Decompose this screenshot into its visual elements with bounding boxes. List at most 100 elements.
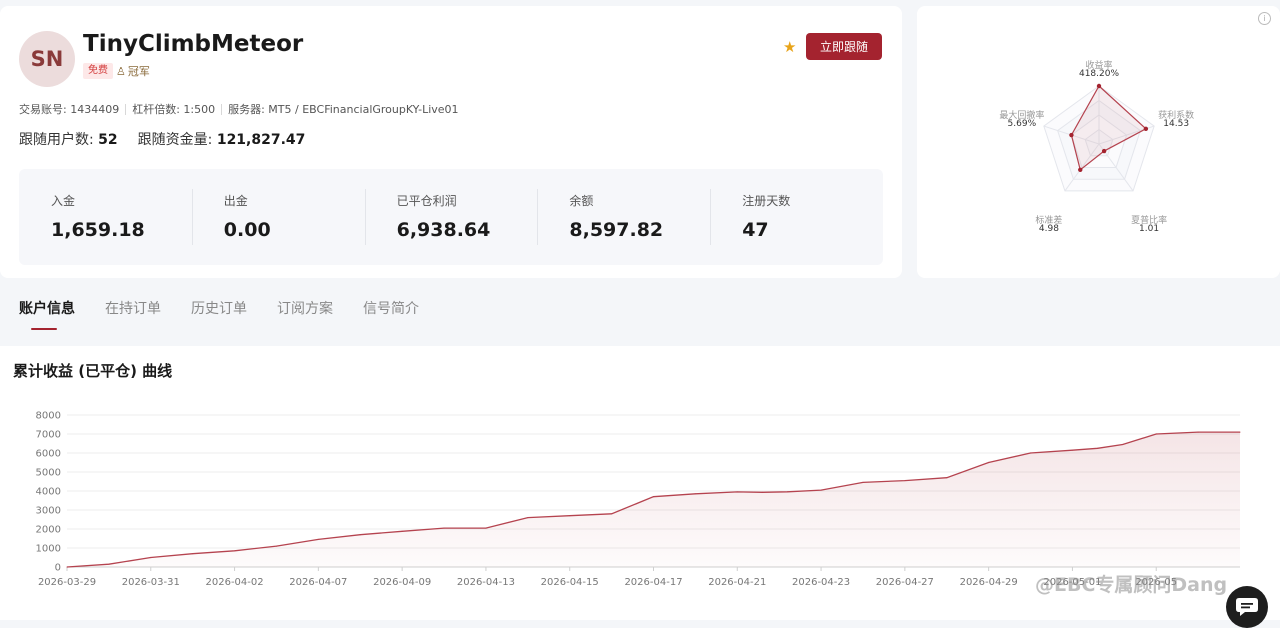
data-point bbox=[862, 481, 864, 484]
data-point bbox=[1122, 443, 1124, 446]
radar-data-point bbox=[1101, 148, 1107, 154]
data-point bbox=[401, 530, 403, 532]
tab-subscription-plans[interactable]: 订阅方案 bbox=[277, 298, 333, 330]
rank-label: 冠军 bbox=[127, 65, 150, 78]
stat-value: 1,659.18 bbox=[51, 219, 145, 241]
stat-value: 47 bbox=[742, 219, 769, 241]
avatar: SN bbox=[19, 31, 75, 87]
data-point bbox=[736, 491, 738, 493]
watermark: @EBC专属顾问Dang bbox=[1035, 574, 1228, 596]
stat-closed-profit: 已平仓利润 6,938.64 bbox=[364, 169, 538, 265]
y-tick-label: 4000 bbox=[36, 487, 61, 498]
data-point bbox=[1197, 431, 1199, 433]
data-point bbox=[1029, 452, 1032, 454]
y-tick-label: 6000 bbox=[36, 449, 61, 460]
data-point bbox=[652, 496, 655, 498]
stat-label: 出金 bbox=[223, 194, 248, 208]
tab-open-orders[interactable]: 在持订单 bbox=[105, 298, 161, 330]
x-tick-label: 2026-04-09 bbox=[373, 577, 431, 588]
radar-axis-value: 4.98 bbox=[1038, 223, 1059, 234]
y-tick-label: 7000 bbox=[36, 430, 61, 441]
data-point bbox=[904, 479, 906, 482]
data-point bbox=[569, 515, 571, 517]
x-tick-label: 2026-03-29 bbox=[38, 577, 96, 588]
stat-balance: 余额 8,597.82 bbox=[537, 169, 710, 265]
trader-name: TinyClimbMeteor bbox=[83, 31, 304, 57]
data-point bbox=[611, 513, 613, 515]
divider bbox=[221, 103, 223, 115]
x-tick-label: 2026-03-31 bbox=[122, 577, 180, 588]
data-point bbox=[1096, 447, 1099, 449]
x-tick-label: 2026-04-17 bbox=[624, 577, 682, 588]
data-point bbox=[1071, 449, 1074, 451]
y-tick-label: 5000 bbox=[36, 468, 61, 479]
tab-account-info[interactable]: 账户信息 bbox=[19, 298, 75, 330]
stat-value: 6,938.64 bbox=[396, 219, 491, 241]
y-tick-label: 2000 bbox=[36, 525, 61, 536]
x-tick-label: 2026-04-07 bbox=[289, 577, 347, 588]
chat-icon bbox=[1236, 598, 1258, 616]
stat-label: 余额 bbox=[569, 194, 594, 208]
tab-signal-intro[interactable]: 信号简介 bbox=[363, 298, 419, 330]
data-point bbox=[233, 550, 236, 552]
data-point bbox=[946, 477, 948, 479]
data-point bbox=[1155, 433, 1157, 435]
followers-label: 跟随用户数: bbox=[19, 132, 94, 148]
account-meta: 交易账号: 1434409 杠杆倍数: 1:500 服务器: MT5 / EBC… bbox=[19, 101, 459, 117]
y-tick-label: 1000 bbox=[36, 544, 61, 555]
free-badge: 免费 bbox=[83, 63, 113, 79]
data-point bbox=[1239, 431, 1241, 433]
data-point bbox=[192, 553, 194, 555]
data-point bbox=[108, 563, 110, 565]
series-area bbox=[67, 432, 1240, 567]
data-point bbox=[66, 566, 68, 568]
rank-badge: ♙ 冠军 bbox=[116, 63, 150, 79]
x-tick-label: 2026-04-15 bbox=[541, 577, 599, 588]
profile-card: SN TinyClimbMeteor 免费 ♙ 冠军 ★ 立即跟随 交易账号: … bbox=[0, 6, 902, 278]
stat-label: 入金 bbox=[51, 194, 76, 208]
radar-axis-value: 1.01 bbox=[1139, 223, 1160, 234]
follow-button[interactable]: 立即跟随 bbox=[806, 33, 882, 60]
follow-stats: 跟随用户数: 52 跟随资金量: 121,827.47 bbox=[19, 129, 305, 149]
divider bbox=[125, 103, 127, 115]
data-point bbox=[820, 489, 822, 491]
data-point bbox=[275, 545, 278, 547]
radar-data-point bbox=[1096, 83, 1102, 89]
star-icon[interactable]: ★ bbox=[783, 38, 796, 56]
stat-deposit: 入金 1,659.18 bbox=[19, 169, 192, 265]
tab-bar: 账户信息 在持订单 历史订单 订阅方案 信号简介 bbox=[19, 298, 419, 330]
follow-funds-label: 跟随资金量: bbox=[137, 132, 213, 148]
stat-value: 8,597.82 bbox=[569, 219, 664, 241]
followers-value: 52 bbox=[98, 132, 118, 148]
chart-card: 累计收益 (已平仓) 曲线 0 1000 2000 3000 4000 5000 6000 7… bbox=[0, 346, 1280, 628]
data-point bbox=[786, 491, 789, 493]
data-point bbox=[988, 461, 990, 464]
follow-funds-value: 121,827.47 bbox=[216, 132, 306, 148]
data-point bbox=[317, 538, 319, 541]
stat-registered-days: 注册天数 47 bbox=[710, 169, 883, 265]
data-point bbox=[527, 517, 529, 519]
info-icon[interactable]: i bbox=[1258, 12, 1271, 25]
radar-axis-value: 5.69% bbox=[1007, 119, 1037, 130]
x-tick-label: 2026-04-29 bbox=[960, 577, 1018, 588]
stat-label: 注册天数 bbox=[742, 194, 791, 208]
stat-value: 0.00 bbox=[223, 219, 271, 241]
trophy-icon: ♙ bbox=[116, 64, 126, 78]
chat-button[interactable] bbox=[1226, 586, 1268, 628]
data-point bbox=[761, 491, 764, 493]
data-point bbox=[443, 527, 445, 529]
x-tick-label: 2026-04-02 bbox=[206, 577, 264, 588]
radar-axis-value: 418.20% bbox=[1078, 69, 1120, 79]
radar-data-point bbox=[1078, 167, 1083, 173]
stat-label: 已平仓利润 bbox=[396, 194, 457, 208]
radar-data-point bbox=[1143, 126, 1149, 131]
tab-history-orders[interactable]: 历史订单 bbox=[191, 298, 247, 330]
radar-card: i 收益率 418.20% 获利系数 14.53 夏普比率 1.01 标准差 4.98 最大回撤… bbox=[917, 6, 1280, 278]
radar-chart bbox=[1043, 83, 1155, 192]
data-point bbox=[150, 556, 152, 559]
stat-withdrawal: 出金 0.00 bbox=[191, 169, 365, 265]
y-tick-label: 8000 bbox=[36, 411, 61, 422]
x-tick-label: 2026-04-27 bbox=[876, 577, 934, 588]
radar-axis-value: 14.53 bbox=[1163, 119, 1190, 130]
y-tick-label: 0 bbox=[55, 563, 61, 574]
